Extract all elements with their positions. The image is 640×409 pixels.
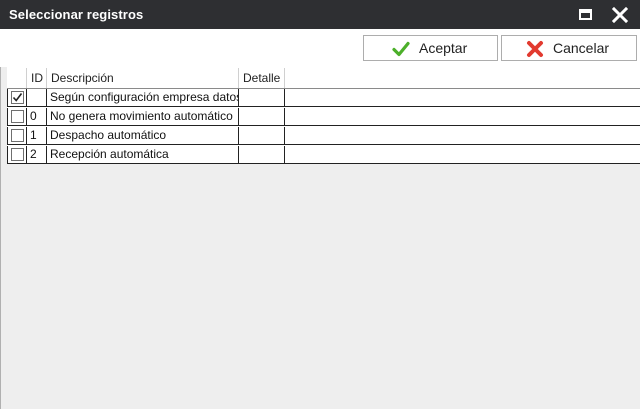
maximize-button[interactable] [575,4,597,25]
description-cell[interactable]: Según configuración empresa datos [47,89,239,107]
detail-cell[interactable] [239,127,285,145]
detail-cell[interactable] [239,89,285,107]
checkmark-icon [12,93,23,102]
select-cell [7,89,27,107]
row-checkbox[interactable] [11,91,24,104]
filler-cell [285,89,640,107]
select-cell [7,108,27,126]
row-checkbox[interactable] [11,129,24,142]
close-button[interactable] [609,4,631,25]
id-cell[interactable]: 1 [27,127,47,145]
table-row[interactable]: Según configuración empresa datos [7,89,640,107]
select-cell [7,127,27,145]
detail-cell[interactable] [239,146,285,164]
checkmark-icon [392,41,410,57]
x-icon [527,41,543,57]
table-row[interactable]: 2 Recepción automática [7,146,640,164]
filler-cell [285,108,640,126]
id-cell[interactable]: 2 [27,146,47,164]
accept-button[interactable]: Aceptar [363,35,498,61]
description-cell[interactable]: No genera movimiento automático [47,108,239,126]
title-bar: Seleccionar registros [0,0,640,29]
column-header-select[interactable] [7,68,27,88]
table-row[interactable]: 1 Despacho automático [7,127,640,145]
id-cell[interactable] [27,89,47,107]
maximize-icon [579,9,592,20]
column-header-detail[interactable]: Detalle [239,68,285,88]
id-cell[interactable]: 0 [27,108,47,126]
row-checkbox[interactable] [11,110,24,123]
detail-cell[interactable] [239,108,285,126]
cancel-button[interactable]: Cancelar [501,35,637,61]
row-checkbox[interactable] [11,148,24,161]
column-header-id[interactable]: ID [27,68,47,88]
description-cell[interactable]: Despacho automático [47,127,239,145]
select-cell [7,146,27,164]
close-icon [612,7,628,23]
filler-cell [285,127,640,145]
window-title: Seleccionar registros [9,7,144,22]
grid-header: ID Descripción Detalle [7,68,640,89]
toolbar: Aceptar Cancelar [0,29,640,67]
description-cell[interactable]: Recepción automática [47,146,239,164]
filler-cell [285,146,640,164]
accept-label: Aceptar [419,40,468,56]
table-row[interactable]: 0 No genera movimiento automático [7,108,640,126]
records-grid: ID Descripción Detalle Según configuraci… [0,67,640,409]
cancel-label: Cancelar [553,40,610,56]
column-header-description[interactable]: Descripción [47,68,239,88]
